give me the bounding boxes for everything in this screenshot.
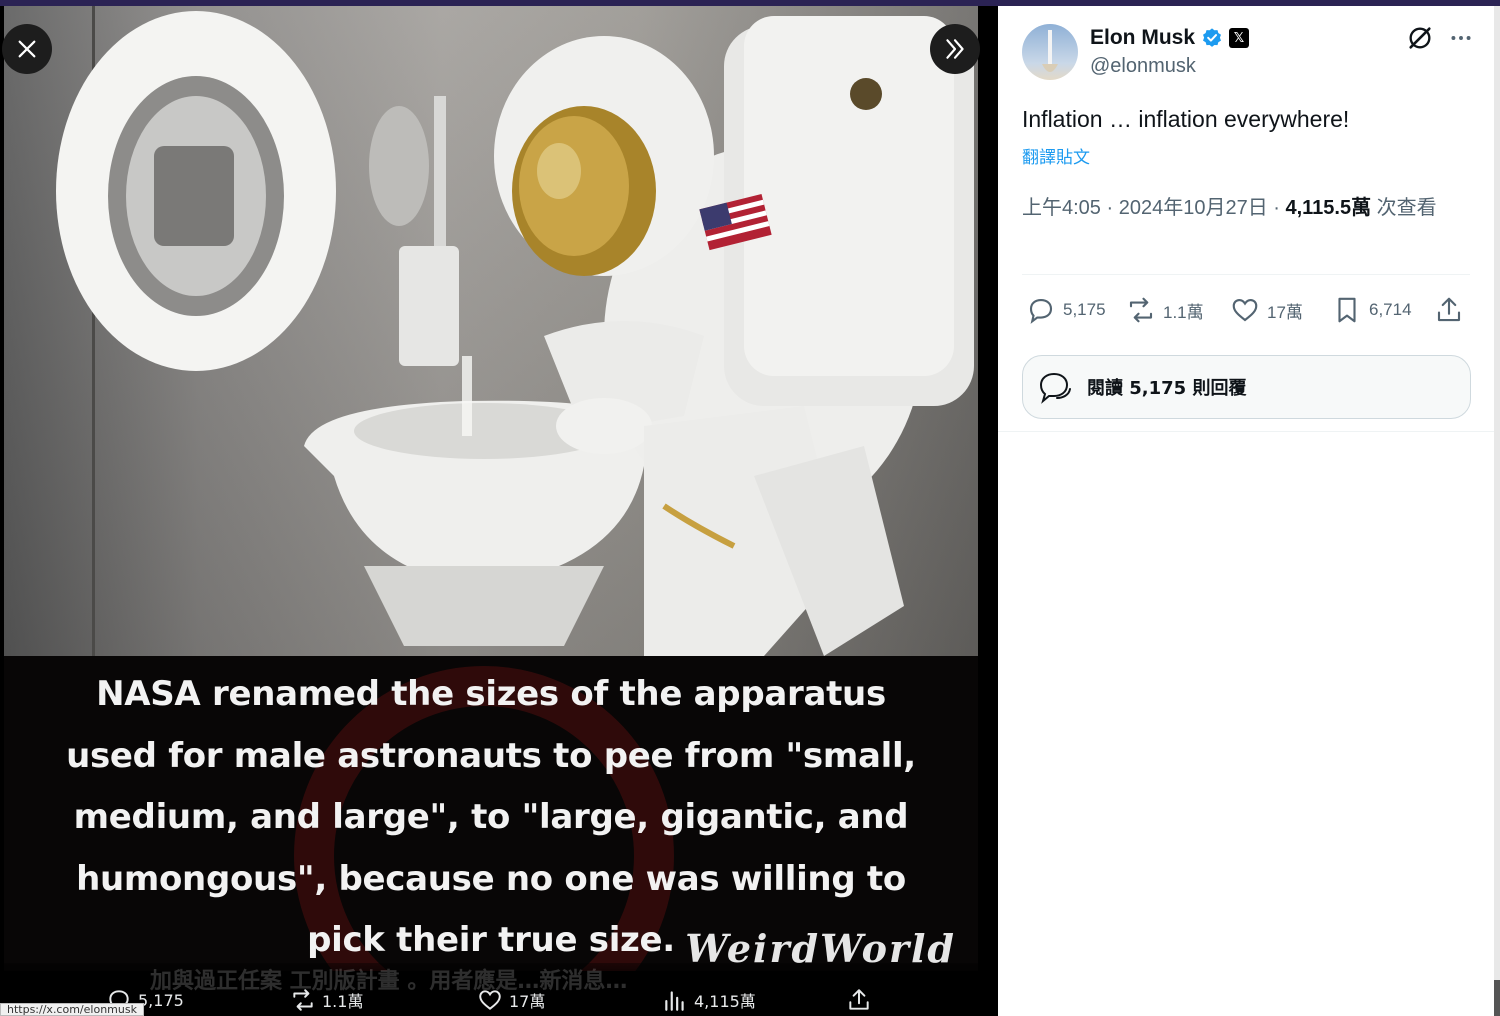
like-button[interactable]: 17萬 [1230, 295, 1303, 325]
media-viewer: NASA renamed the sizes of the apparatus … [0, 6, 998, 1016]
media-action-bar: 加與過正任案 工別版計畫 。用者應是…新消息… 5,175 1.1萬 17萬 4… [0, 963, 998, 1016]
translate-post-link[interactable]: 翻譯貼文 [1022, 143, 1090, 168]
background-overlay-text: 加與過正任案 工別版計畫 。用者應是…新消息… [150, 969, 628, 994]
bookmark-button[interactable]: 6,714 [1332, 295, 1412, 325]
status-bar-url: https://x.com/elonmusk [0, 1003, 144, 1016]
repost-count: 1.1萬 [1163, 302, 1204, 322]
bookmark-count: 6,714 [1369, 300, 1412, 319]
reply-button[interactable]: 5,175 [1026, 295, 1106, 325]
tweet-views-label: 次查看 [1376, 197, 1437, 219]
close-icon [18, 40, 36, 58]
avatar[interactable] [1022, 24, 1078, 80]
scrollbar-thumb[interactable] [1494, 980, 1500, 1016]
meta-separator: · [1100, 197, 1119, 219]
tweet-meta: 上午4:05 · 2024年10月27日 · 4,115.5萬 次查看 [1022, 192, 1462, 224]
media-views-count: 4,115萬 [694, 992, 756, 1011]
like-icon [1232, 298, 1258, 322]
bookmark-icon [1338, 297, 1356, 323]
share-button[interactable] [1434, 295, 1464, 325]
media-repost-count: 1.1萬 [322, 992, 364, 1011]
media-like-count: 17萬 [509, 992, 546, 1011]
media-like-button[interactable]: 17萬 [477, 987, 545, 1013]
close-button[interactable] [2, 24, 52, 74]
read-replies-label: 閱讀 5,175 則回覆 [1087, 378, 1247, 399]
replies-bubble-icon [1039, 372, 1071, 404]
divider [998, 431, 1494, 432]
author-name-row[interactable]: Elon Musk 𝕏 [1090, 26, 1250, 50]
repost-button[interactable]: 1.1萬 [1126, 295, 1204, 325]
like-icon [479, 990, 501, 1010]
tweet-engagement-bar: 5,175 1.1萬 17萬 6,714 [1022, 295, 1470, 327]
author-name[interactable]: Elon Musk [1090, 26, 1195, 50]
double-chevron-right-icon [946, 39, 964, 59]
tweet-date[interactable]: 2024年10月27日 [1119, 197, 1268, 219]
media-views-button[interactable]: 4,115萬 [662, 987, 756, 1013]
rocket-icon [1042, 30, 1058, 72]
repost-icon [293, 989, 313, 1011]
tweet-detail-panel: Elon Musk 𝕏 @elonmusk Inflation … inflat… [998, 6, 1494, 1016]
media-reply-count: 5,175 [138, 990, 184, 1010]
expand-panel-button[interactable] [930, 24, 980, 74]
author-handle[interactable]: @elonmusk [1090, 55, 1196, 78]
meta-separator: · [1267, 197, 1286, 219]
reply-count: 5,175 [1063, 300, 1106, 319]
meme-caption: NASA renamed the sizes of the apparatus … [4, 656, 978, 971]
tweet-text: Inflation … inflation everywhere! [1022, 106, 1350, 132]
divider [1022, 274, 1470, 275]
verified-badge-icon [1203, 28, 1221, 47]
tweet-time[interactable]: 上午4:05 [1022, 197, 1101, 219]
share-icon [849, 989, 869, 1010]
tweet-views-count: 4,115.5萬 [1285, 197, 1372, 219]
repost-icon [1129, 297, 1153, 323]
photo-illustration [56, 6, 974, 656]
media-share-button[interactable] [846, 987, 872, 1013]
read-replies-button[interactable]: 閱讀 5,175 則回覆 [1022, 355, 1471, 419]
tweet-top-actions [1406, 24, 1474, 52]
share-icon [1437, 297, 1461, 322]
like-count: 17萬 [1267, 302, 1303, 322]
more-icon[interactable] [1448, 25, 1474, 51]
media-repost-button[interactable]: 1.1萬 [290, 987, 363, 1013]
x-badge-icon: 𝕏 [1229, 28, 1250, 48]
views-icon [665, 991, 684, 1011]
astronaut-photo [4, 6, 978, 656]
scrollbar-track [1494, 6, 1500, 1016]
reply-icon [1029, 298, 1053, 324]
caption-text: NASA renamed the sizes of the apparatus … [66, 674, 916, 960]
grok-icon[interactable] [1406, 24, 1434, 52]
